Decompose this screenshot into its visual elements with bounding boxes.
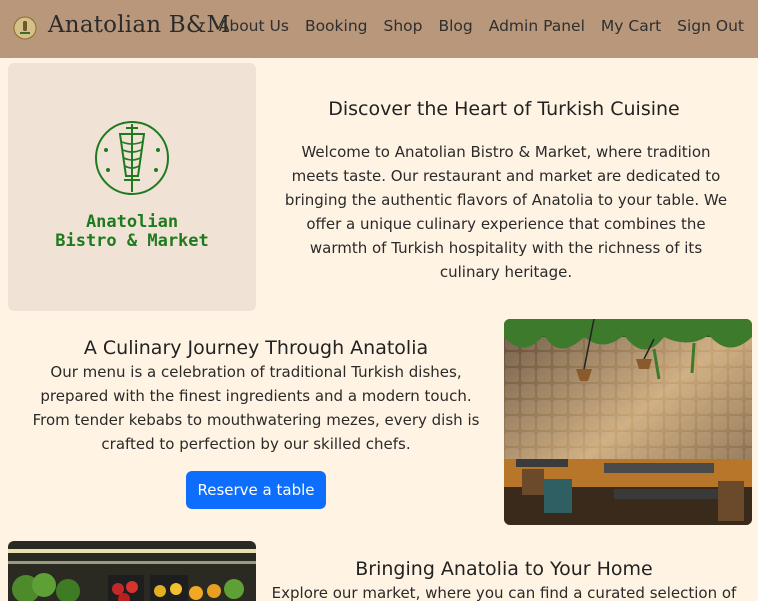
- nav-link-my-cart[interactable]: My Cart: [601, 17, 661, 35]
- journey-title: A Culinary Journey Through Anatolia: [83, 337, 429, 359]
- logo-name-line2: Bistro & Market: [55, 231, 209, 251]
- nav-link-about-us[interactable]: About Us: [219, 17, 289, 35]
- market-produce-image: [8, 541, 256, 601]
- nav-link-sign-out[interactable]: Sign Out: [677, 17, 744, 35]
- nav-link-admin-panel[interactable]: Admin Panel: [489, 17, 585, 35]
- reserve-table-button[interactable]: Reserve a table: [186, 471, 326, 509]
- nav-link-blog[interactable]: Blog: [438, 17, 472, 35]
- discover-title: Discover the Heart of Turkish Cuisine: [328, 98, 680, 120]
- nav-link-shop[interactable]: Shop: [383, 17, 422, 35]
- brand-logo-icon[interactable]: [13, 16, 37, 40]
- home-body: Explore our market, where you can find a…: [271, 584, 737, 601]
- restaurant-interior-image: [504, 319, 752, 525]
- discover-body: Welcome to Anatolian Bistro & Market, wh…: [284, 143, 728, 281]
- nav-links: About Us Booking Shop Blog Admin Panel M…: [219, 17, 744, 35]
- nav-link-booking[interactable]: Booking: [305, 17, 368, 35]
- home-title: Bringing Anatolia to Your Home: [355, 558, 653, 580]
- logo-card: Anatolian Bistro & Market: [8, 63, 256, 311]
- doner-kebab-icon: [95, 121, 169, 195]
- navbar: Anatolian B&M About Us Booking Shop Blog…: [0, 0, 758, 58]
- brand-name[interactable]: Anatolian B&M: [48, 12, 230, 38]
- logo-name-line1: Anatolian: [85, 212, 179, 232]
- journey-body: Our menu is a celebration of traditional…: [32, 363, 480, 453]
- logo-name: Anatolian Bistro & Market: [8, 213, 256, 251]
